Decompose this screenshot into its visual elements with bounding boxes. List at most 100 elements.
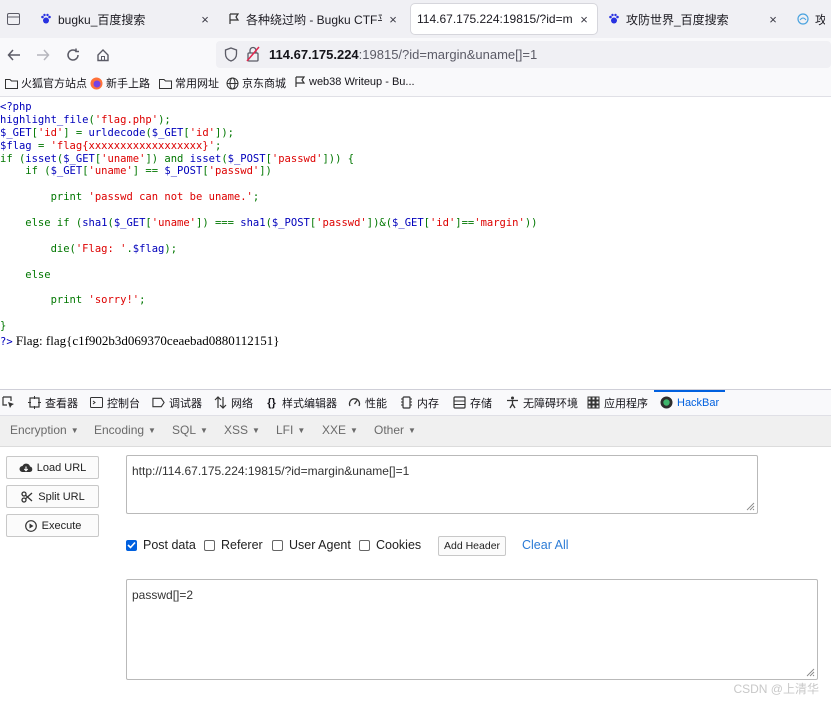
code-token: 'flag{xxxxxxxxxxxxxxxxxx}' [50,139,215,152]
code-token: ])&( [366,217,393,230]
code-token: ; [252,191,260,204]
tab-accessibility[interactable]: 无障碍环境 [506,390,578,415]
tab-debugger[interactable]: 调试器 [152,390,202,415]
menu-lfi[interactable]: LFI ▼ [276,423,305,437]
code-token: ]== [455,217,475,230]
tab-bugku-search[interactable]: bugku_百度搜索 × [34,4,218,34]
menu-other[interactable]: Other ▼ [374,423,416,437]
code-token: ] == [132,165,165,178]
code-token: ])) { [322,152,355,165]
code-token: } [0,320,7,333]
inspect-pick-icon [2,396,15,409]
resize-grip-icon[interactable] [745,501,755,511]
menu-sql[interactable]: SQL ▼ [172,423,208,437]
home-button[interactable] [92,44,114,66]
back-arrow-icon [7,49,20,61]
back-button[interactable] [3,44,25,66]
load-url-button[interactable]: Load URL [6,456,99,479]
caret-down-icon: ▼ [408,426,416,436]
clear-all-link[interactable]: Clear All [522,538,569,552]
php-source-code: <?php highlight_file('flag.php'); $_GET['i… [0,101,831,333]
code-token: ; [214,139,222,152]
devtools-tab-bar: 查看器 控制台 调试器 网络 {} 样式编辑器 性能 内存 存储 无障碍环境 应… [0,390,831,416]
tab-bugku-ctf[interactable]: 各种绕过哟 - Bugku CTF平台 × [222,4,406,34]
code-token: ]); [215,126,234,139]
tab-gongfang-search[interactable]: 攻防世界_百度搜索 × [602,4,786,34]
tracking-shield-icon[interactable] [224,47,238,67]
execute-button[interactable]: Execute [6,514,99,537]
close-tab-icon[interactable]: × [766,12,780,27]
menu-xxe[interactable]: XXE ▼ [322,423,358,437]
tab-application[interactable]: 应用程序 [587,390,648,415]
forward-button[interactable] [32,44,54,66]
referer-checkbox[interactable] [204,539,215,551]
menu-encryption[interactable]: Encryption ▼ [10,423,79,437]
tab-title: bugku_百度搜索 [58,12,146,27]
option-label: User Agent [289,538,351,552]
code-line: if ($_GET['uname'] == $_POST['passwd']) [0,165,831,178]
csdn-watermark: CSDN @上清华 [733,682,819,696]
insecure-lock-icon[interactable] [246,46,260,67]
code-token: urldecode [88,126,146,139]
tab-partial[interactable]: 攻 [791,4,831,34]
tab-style-editor[interactable]: {} 样式编辑器 [265,390,337,415]
code-token: print [0,294,89,307]
tab-inspector[interactable]: 查看器 [28,390,78,415]
menu-encoding[interactable]: Encoding ▼ [94,423,156,437]
bookmark-label: 新手上路 [106,78,150,90]
cloud-download-icon [19,462,33,474]
code-token: $_GET [63,152,95,165]
tab-performance[interactable]: 性能 [348,390,387,415]
menu-xss[interactable]: XSS ▼ [224,423,260,437]
bookmark-getting-started[interactable]: 新手上路 [90,75,150,91]
code-token: ; [139,294,146,307]
tab-network[interactable]: 网络 [214,390,253,415]
split-url-button[interactable]: Split URL [6,485,99,508]
play-circle-icon [24,519,38,532]
resize-grip-icon[interactable] [805,667,815,677]
bookmark-web38-writeup[interactable]: web38 Writeup - Bu... [293,75,415,88]
url-bar[interactable]: 114.67.175.224:19815/?id=margin&uname[]=… [216,41,831,68]
code-token: $_POST [164,165,203,178]
hackbar-icon [660,396,673,409]
post-data-option[interactable]: Post data [126,538,196,552]
tab-console[interactable]: 控制台 [90,390,140,415]
cookies-checkbox[interactable] [359,539,370,551]
reload-button[interactable] [62,44,84,66]
code-token: $_POST [271,217,310,230]
tab-title: 攻防世界_百度搜索 [626,12,729,27]
code-token: $_GET [392,217,424,230]
bookmark-common-sites[interactable]: 常用网址 [159,75,219,91]
caret-down-icon: ▼ [350,426,358,436]
post-data-textarea[interactable]: passwd[]=2 [126,579,818,680]
code-line: highlight_file('flag.php'); [0,114,831,127]
user-agent-checkbox[interactable] [272,539,283,551]
tab-list-button[interactable] [0,0,27,38]
code-line: print 'sorry!'; [0,294,831,307]
tab-memory[interactable]: 内存 [400,390,439,415]
bookmark-jd[interactable]: 京东商城 [226,75,286,91]
close-tab-icon[interactable]: × [386,12,400,27]
code-token: 'passwd' [271,152,323,165]
tab-hackbar[interactable]: HackBar [653,390,726,415]
close-tab-icon[interactable]: × [577,12,591,27]
url-textarea[interactable]: http://114.67.175.224:19815/?id=margin&u… [126,455,758,514]
code-line: <?php [0,101,831,114]
cookies-option[interactable]: Cookies [359,538,421,552]
url-text[interactable]: 114.67.175.224:19815/?id=margin&uname[]=… [269,47,537,62]
close-tab-icon[interactable]: × [198,12,212,27]
post-data-value: passwd[]=2 [132,588,194,602]
tab-storage[interactable]: 存储 [453,390,492,415]
php-close-tag: ?> [0,336,13,348]
pick-element-button[interactable] [2,390,19,415]
post-data-checkbox[interactable] [126,539,137,551]
bookmark-firefox-official[interactable]: 火狐官方站点 [5,75,87,91]
referer-option[interactable]: Referer [204,538,263,552]
user-agent-option[interactable]: User Agent [272,538,351,552]
tab-active-target[interactable]: 114.67.175.224:19815/?id=margin&uname[]=… [411,4,597,34]
add-header-button[interactable]: Add Header [438,536,507,556]
